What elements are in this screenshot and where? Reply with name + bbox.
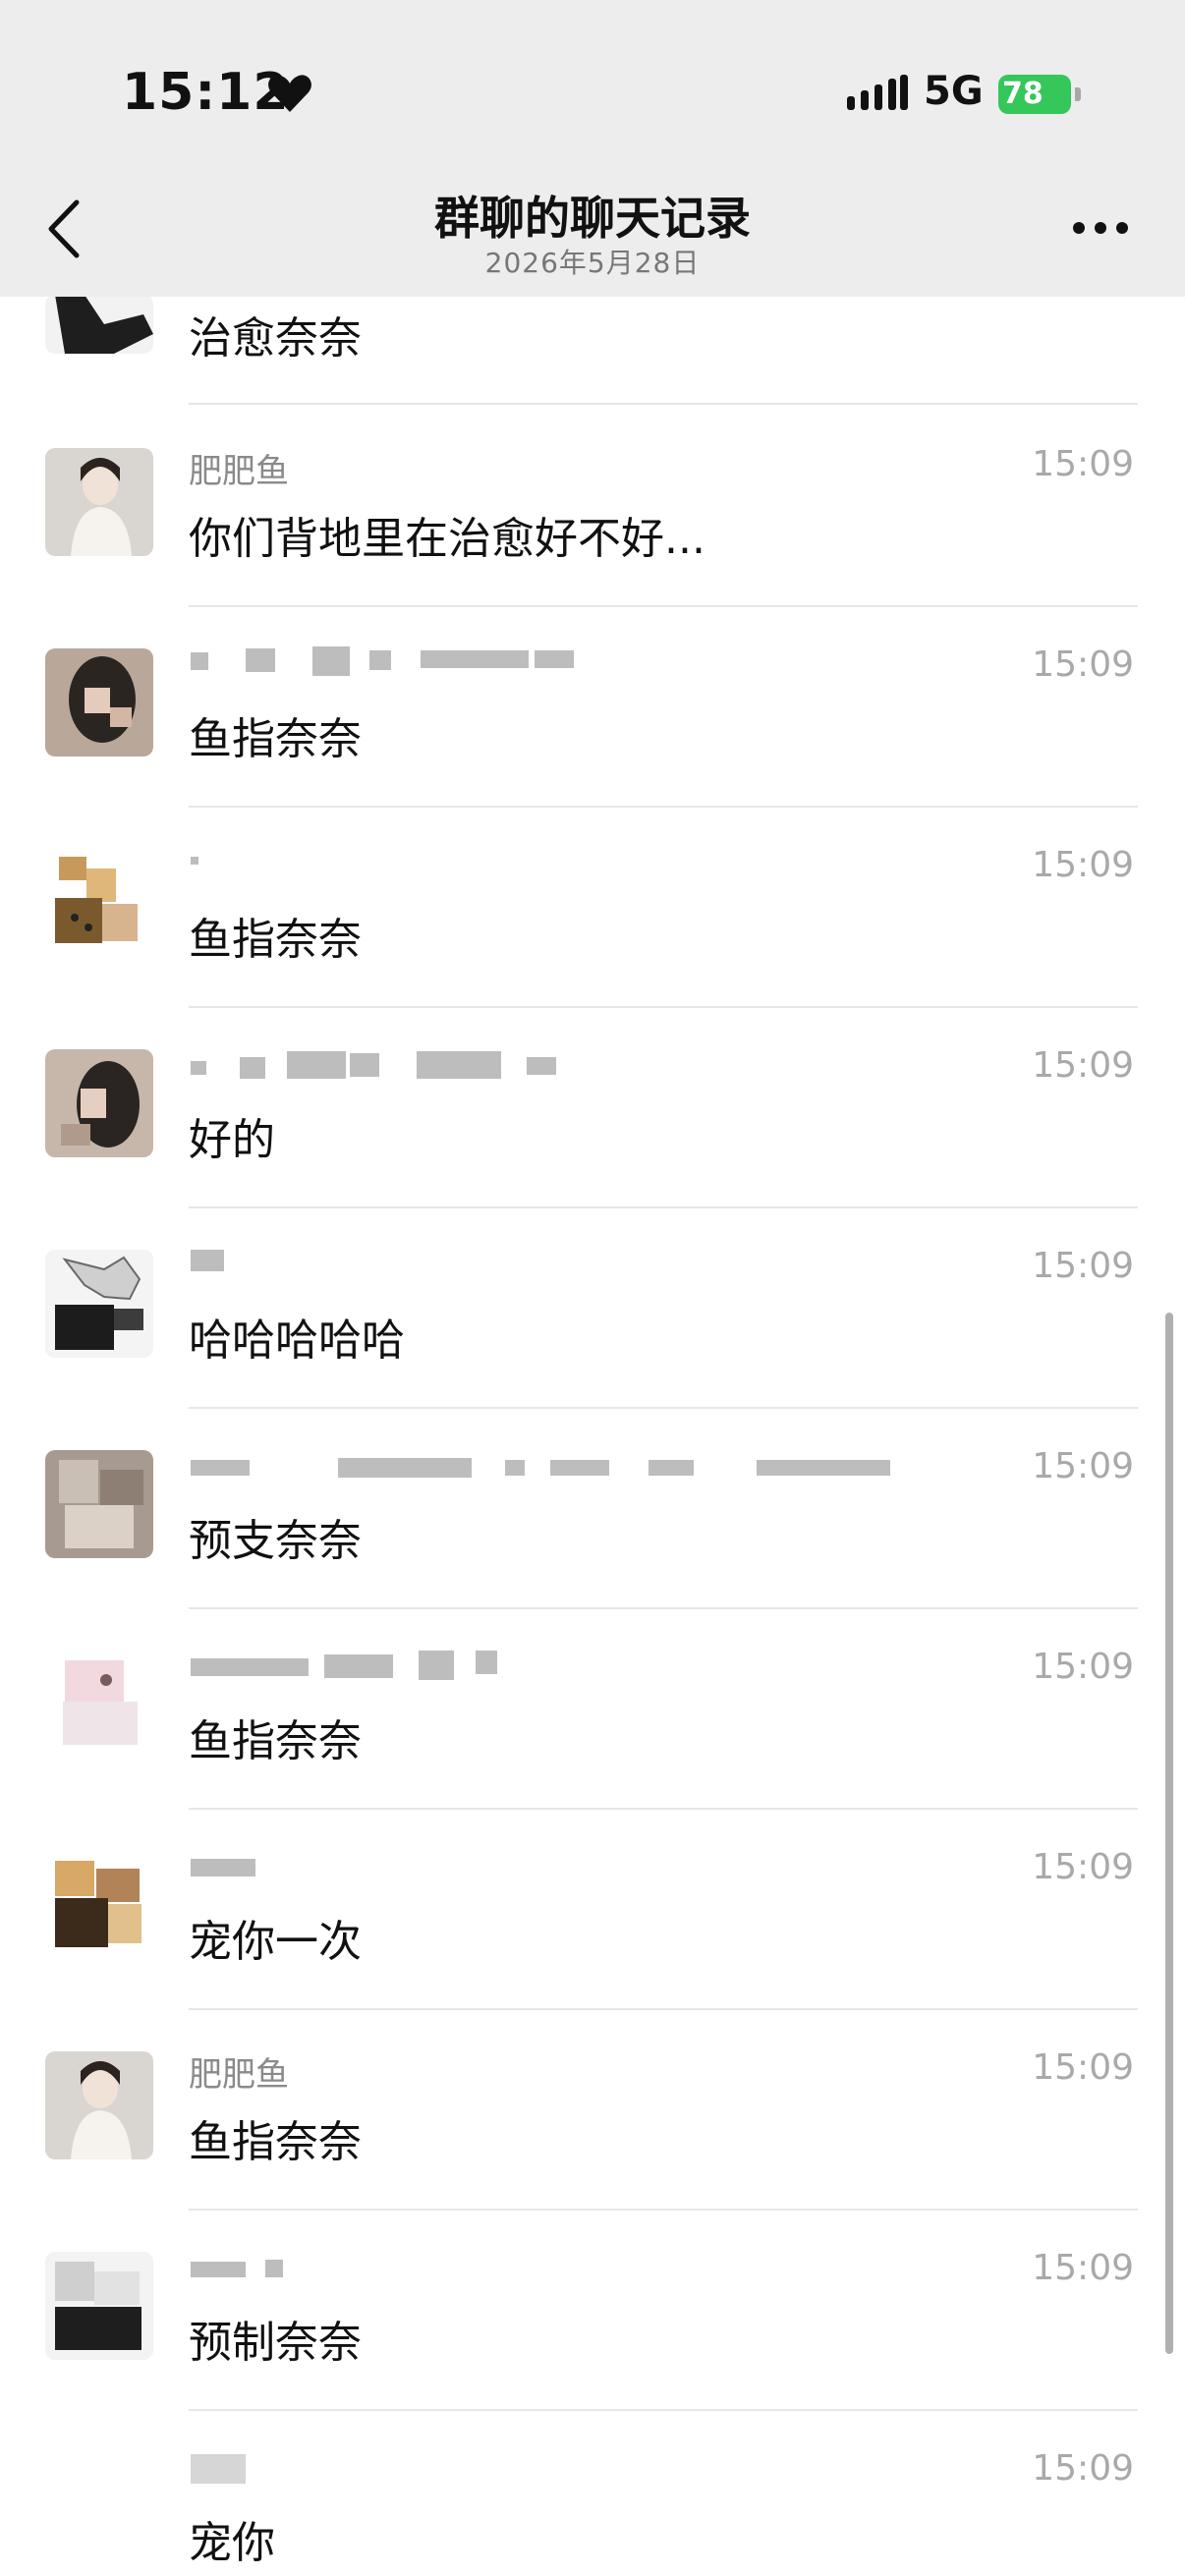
blurred-sender-name (476, 1651, 497, 1674)
sender-name: 肥肥鱼 (189, 452, 289, 491)
message-text: 你们背地里在治愈好不好... (189, 514, 705, 564)
battery-icon: 78 (998, 75, 1081, 114)
message-time: 15:09 (1032, 2448, 1134, 2489)
scrollbar[interactable] (1165, 1313, 1173, 2354)
blurred-sender-name (527, 1057, 556, 1075)
message-time: 15:09 (1032, 644, 1134, 685)
message-text: 鱼指奈奈 (189, 915, 362, 965)
chat-history-page: 治愈奈奈 肥肥鱼 15:09 你们背地里在治愈好不好... 15:09 鱼指奈奈… (0, 0, 1185, 2576)
avatar[interactable] (45, 1651, 153, 1759)
network-label: 5G (924, 69, 984, 114)
message-list[interactable]: 治愈奈奈 肥肥鱼 15:09 你们背地里在治愈好不好... 15:09 鱼指奈奈… (0, 0, 1185, 2576)
blurred-sender-name (240, 1057, 265, 1079)
message-text: 预支奈奈 (189, 1516, 362, 1566)
blurred-sender-name (535, 650, 574, 668)
list-item[interactable]: 15:09 好的 (0, 1006, 1185, 1208)
list-item[interactable]: 15:09 哈哈哈哈哈 (0, 1206, 1185, 1409)
blurred-sender-name (649, 1460, 694, 1476)
blurred-sender-name (191, 1250, 224, 1271)
avatar[interactable] (45, 1450, 153, 1558)
avatar[interactable] (45, 1250, 153, 1358)
avatar[interactable] (45, 648, 153, 756)
message-time: 15:09 (1032, 2248, 1134, 2288)
list-item[interactable]: 15:09 宠你一次 (0, 1808, 1185, 2010)
message-time: 15:09 (1032, 1446, 1134, 1486)
battery-cap (1075, 87, 1081, 101)
avatar[interactable] (45, 1851, 153, 1959)
blurred-sender-name (550, 1460, 609, 1476)
message-text: 宠你一次 (189, 1917, 362, 1967)
blurred-sender-name (757, 1460, 890, 1476)
blurred-sender-name (265, 2260, 283, 2277)
more-icon[interactable] (1071, 220, 1130, 236)
avatar[interactable] (45, 1049, 153, 1157)
list-item[interactable]: 15:09 鱼指奈奈 (0, 605, 1185, 808)
message-time: 15:09 (1032, 2047, 1134, 2088)
blurred-sender-name (417, 1051, 501, 1079)
blurred-sender-name (191, 1658, 309, 1676)
status-time: 15:12 (122, 63, 290, 122)
list-item[interactable]: 15:09 宠你 (0, 2409, 1185, 2576)
blurred-sender-name (191, 1859, 255, 1876)
message-text: 哈哈哈哈哈 (189, 1316, 405, 1366)
avatar[interactable] (45, 849, 153, 957)
blurred-sender-name (338, 1458, 472, 1478)
blurred-sender-name (191, 652, 208, 670)
message-text: 预制奈奈 (189, 2318, 362, 2368)
battery-level: 78 (1002, 77, 1044, 111)
avatar[interactable] (45, 448, 153, 556)
message-time: 15:09 (1032, 444, 1134, 484)
blurred-sender-name (419, 1651, 454, 1680)
message-text: 宠你 (189, 2518, 275, 2568)
message-text: 鱼指奈奈 (189, 2117, 362, 2167)
sender-name: 肥肥鱼 (189, 2055, 289, 2095)
avatar[interactable] (45, 2051, 153, 2159)
blurred-sender-name (287, 1051, 346, 1079)
list-item[interactable]: 肥肥鱼 15:09 鱼指奈奈 (0, 2008, 1185, 2211)
message-time: 15:09 (1032, 1847, 1134, 1887)
message-time: 15:09 (1032, 845, 1134, 885)
message-time: 15:09 (1032, 1647, 1134, 1687)
list-item[interactable]: 15:09 鱼指奈奈 (0, 806, 1185, 1008)
heart-icon (268, 75, 311, 112)
message-text: 治愈奈奈 (189, 313, 362, 364)
blurred-sender-name (369, 650, 391, 670)
blurred-sender-name (191, 2262, 246, 2277)
page-title: 群聊的聊天记录 (434, 192, 751, 245)
header: 15:12 5G 78 群聊的聊天记录 2026年5月28日 (0, 0, 1185, 297)
message-text: 好的 (189, 1115, 275, 1165)
blurred-sender-name (421, 650, 529, 668)
message-text: 鱼指奈奈 (189, 1716, 362, 1766)
message-time: 15:09 (1032, 1246, 1134, 1286)
blurred-sender-name (505, 1460, 525, 1476)
blurred-sender-name (312, 646, 350, 676)
avatar[interactable] (45, 2252, 153, 2360)
list-item[interactable]: 15:09 预制奈奈 (0, 2209, 1185, 2411)
page-subtitle: 2026年5月28日 (484, 247, 701, 279)
blurred-sender-name (191, 857, 198, 865)
blurred-sender-name (246, 648, 275, 672)
message-time: 15:09 (1032, 1045, 1134, 1086)
avatar[interactable] (45, 295, 153, 354)
message-text: 鱼指奈奈 (189, 714, 362, 764)
list-item[interactable]: 肥肥鱼 15:09 你们背地里在治愈好不好... (0, 405, 1185, 607)
list-item[interactable]: 15:09 预支奈奈 (0, 1407, 1185, 1609)
signal-icon (847, 75, 908, 110)
blurred-sender-name (191, 2454, 246, 2484)
blurred-sender-name (191, 1061, 206, 1075)
blurred-sender-name (324, 1654, 393, 1678)
blurred-sender-name (191, 1460, 250, 1476)
blurred-sender-name (350, 1053, 379, 1077)
list-item[interactable]: 15:09 鱼指奈奈 (0, 1607, 1185, 1810)
